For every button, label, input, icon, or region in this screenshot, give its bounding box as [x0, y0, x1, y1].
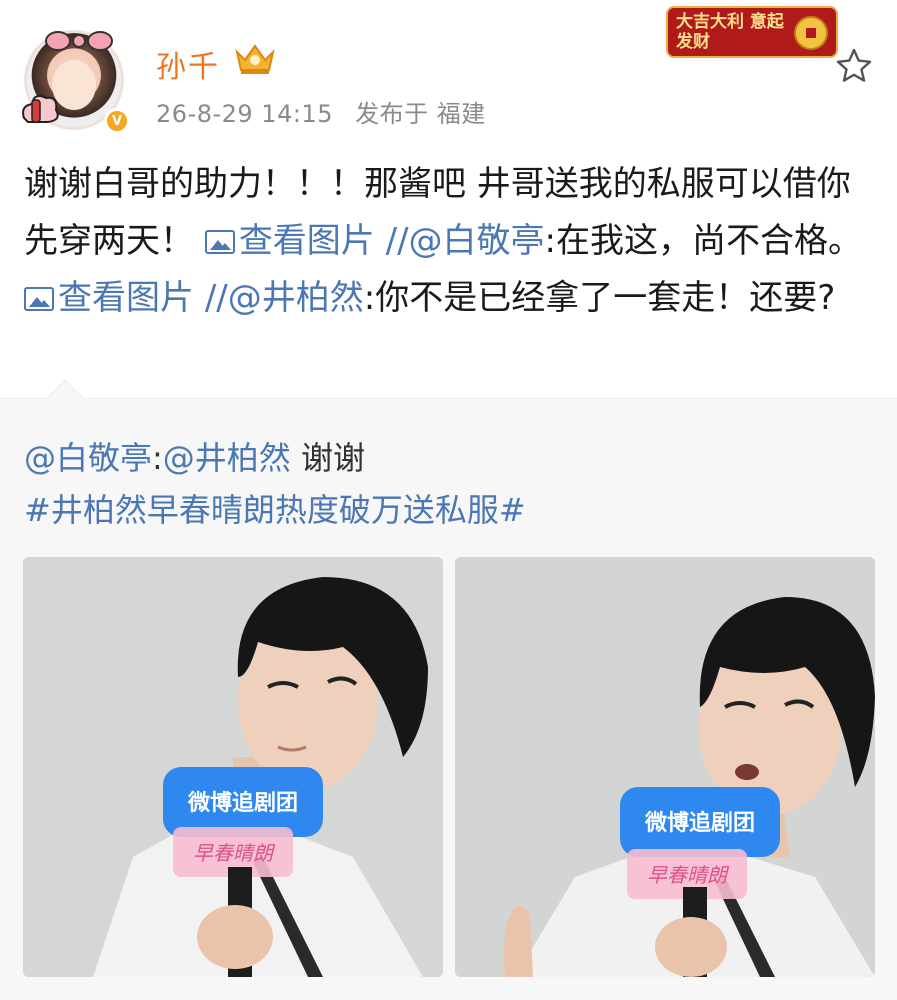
mention-link-bai[interactable]: //@白敬亭 [386, 221, 545, 261]
post-text: 谢谢白哥的助力！！！那酱吧 井哥送我的私服可以借你先穿两天！ 查看图片 //@白… [24, 156, 874, 327]
post-text-part-3: :你不是已经拿了一套走！还要? [363, 278, 836, 318]
view-image-label-2: 查看图片 [58, 278, 194, 318]
post-meta: 26-8-29 14:15 发布于 福建 [156, 94, 500, 129]
mic-flag-text: 微博追剧团 [187, 790, 298, 815]
repost-mention-bai[interactable]: @白敬亭 [24, 439, 152, 477]
username[interactable]: 孙千 [156, 42, 220, 86]
vip-crown-icon[interactable] [234, 42, 276, 76]
view-image-label-1: 查看图片 [238, 221, 375, 261]
weibo-post: V 孙千 26-8-29 14:15 发布于 福建 大吉大利 意起发财 谢谢白哥… [0, 0, 897, 1000]
mention-link-jing[interactable]: //@井柏然 [205, 278, 364, 318]
mic-flag-text: 微博追剧团 [644, 810, 755, 835]
photo-illustration [23, 557, 443, 977]
repost-image-1[interactable]: 微博追剧团 早春晴朗 [23, 557, 443, 977]
repost-image-2[interactable]: 微博追剧团 早春晴朗 [455, 557, 875, 977]
repost-mention-jing[interactable]: @井柏然 [163, 439, 291, 477]
post-location: 发布于 福建 [355, 100, 486, 128]
view-image-link-1[interactable]: 查看图片 [204, 221, 375, 261]
repost-notch [46, 379, 84, 417]
avatar[interactable]: V [18, 22, 130, 134]
festive-card-badge[interactable]: 大吉大利 意起发财 [666, 6, 838, 58]
verified-v-icon: V [104, 108, 130, 134]
festive-badge-text: 大吉大利 意起发财 [676, 12, 784, 52]
post-text-part-2: :在我这，尚不合格。 [544, 221, 863, 261]
pink-show-title: 早春晴朗 [193, 841, 273, 865]
avatar-cloud-decoration [22, 95, 59, 123]
pink-show-title: 早春晴朗 [647, 863, 727, 887]
star-outline-icon[interactable] [834, 46, 874, 86]
avatar-bow-decoration [45, 31, 113, 51]
reposted-content[interactable]: @白敬亭:@井柏然 谢谢 #井柏然早春晴朗热度破万送私服# 微博追剧团 早春晴朗… [0, 379, 897, 1000]
gold-coin-icon [794, 16, 828, 50]
photo-illustration [455, 557, 875, 977]
view-image-link-2[interactable]: 查看图片 [24, 278, 194, 318]
image-icon [204, 230, 235, 254]
repost-thanks: 谢谢 [290, 439, 365, 477]
post-timestamp: 26-8-29 14:15 [156, 100, 333, 128]
repost-separator: : [152, 439, 163, 477]
repost-hashtag[interactable]: #井柏然早春晴朗热度破万送私服# [24, 485, 526, 531]
image-icon [24, 287, 54, 311]
repost-text: @白敬亭:@井柏然 谢谢 [24, 433, 365, 479]
